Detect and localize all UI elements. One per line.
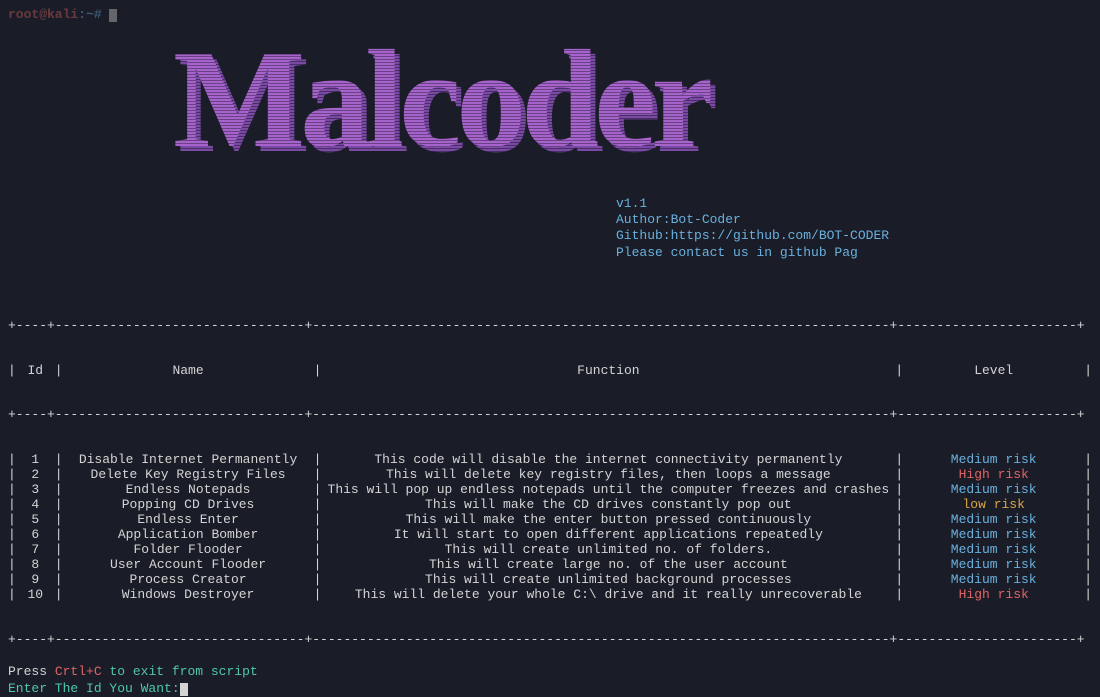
svg-text:Malcoder: Malcoder xyxy=(173,31,711,176)
table-row: |8|User Account Flooder|This will create… xyxy=(8,558,1092,573)
cell-level: Medium risk xyxy=(903,573,1084,588)
footer-press: Press xyxy=(8,664,47,679)
cell-function: This will create unlimited no. of folder… xyxy=(321,543,895,558)
prompt-cursor xyxy=(109,9,117,22)
meta-version: v1.1 xyxy=(616,196,1092,212)
cell-id: 5 xyxy=(16,513,55,528)
banner-logo: Malcoder Malcoder xyxy=(173,31,1092,176)
cell-level: low risk xyxy=(903,498,1084,513)
table-header-row: |Id|Name|Function|Level| xyxy=(8,364,1092,379)
shell-prompt: root@kali:~# xyxy=(8,8,1092,23)
th-id: Id xyxy=(16,364,55,379)
options-table: +----+--------------------------------+-… xyxy=(8,289,1092,662)
table-row: |10|Windows Destroyer|This will delete y… xyxy=(8,588,1092,603)
table-separator-mid: +----+--------------------------------+-… xyxy=(8,408,1092,423)
table-row: |4|Popping CD Drives|This will make the … xyxy=(8,498,1092,513)
cell-level: Medium risk xyxy=(903,483,1084,498)
cell-function: This will pop up endless notepads until … xyxy=(321,483,895,498)
cell-name: Disable Internet Permanently xyxy=(63,453,314,468)
meta-contact: Please contact us in github Pag xyxy=(616,245,1092,261)
input-cursor xyxy=(180,683,188,696)
table-row: |2|Delete Key Registry Files|This will d… xyxy=(8,468,1092,483)
th-func: Function xyxy=(321,364,895,379)
meta-github: Github:https://github.com/BOT-CODER xyxy=(616,228,1092,244)
table-row: |7|Folder Flooder|This will create unlim… xyxy=(8,543,1092,558)
id-input-prompt[interactable]: Enter The Id You Want: xyxy=(8,681,1092,697)
cell-name: Folder Flooder xyxy=(63,543,314,558)
cell-name: Popping CD Drives xyxy=(63,498,314,513)
th-name: Name xyxy=(63,364,314,379)
cell-function: This will delete your whole C:\ drive an… xyxy=(321,588,895,603)
meta-author: Author:Bot-Coder xyxy=(616,212,1092,228)
prompt-path: :~# xyxy=(78,7,101,22)
cell-function: This will make the CD drives constantly … xyxy=(321,498,895,513)
cell-level: Medium risk xyxy=(903,513,1084,528)
cell-function: This will create unlimited background pr… xyxy=(321,573,895,588)
cell-function: This will delete key registry files, the… xyxy=(321,468,895,483)
cell-function: This will create large no. of the user a… xyxy=(321,558,895,573)
table-row: |5|Endless Enter|This will make the ente… xyxy=(8,513,1092,528)
cell-level: Medium risk xyxy=(903,528,1084,543)
cell-level: High risk xyxy=(903,588,1084,603)
prompt-userhost: root@kali xyxy=(8,7,78,22)
table-row: |9|Process Creator|This will create unli… xyxy=(8,573,1092,588)
cell-id: 9 xyxy=(16,573,55,588)
cell-id: 6 xyxy=(16,528,55,543)
cell-name: Process Creator xyxy=(63,573,314,588)
cell-id: 10 xyxy=(16,588,55,603)
cell-name: Endless Notepads xyxy=(63,483,314,498)
cell-function: This code will disable the internet conn… xyxy=(321,453,895,468)
cell-function: This will make the enter button pressed … xyxy=(321,513,895,528)
cell-name: Windows Destroyer xyxy=(63,588,314,603)
table-row: |3|Endless Notepads|This will pop up end… xyxy=(8,483,1092,498)
cell-level: High risk xyxy=(903,468,1084,483)
table-row: |1|Disable Internet Permanently|This cod… xyxy=(8,453,1092,468)
table-separator-top: +----+--------------------------------+-… xyxy=(8,319,1092,334)
cell-level: Medium risk xyxy=(903,543,1084,558)
th-level: Level xyxy=(903,364,1084,379)
footer-exit: to exit from script xyxy=(109,664,257,679)
footer-ctrlc: Crtl+C xyxy=(55,664,102,679)
cell-function: It will start to open different applicat… xyxy=(321,528,895,543)
cell-id: 3 xyxy=(16,483,55,498)
cell-id: 8 xyxy=(16,558,55,573)
cell-name: Endless Enter xyxy=(63,513,314,528)
cell-level: Medium risk xyxy=(903,453,1084,468)
cell-level: Medium risk xyxy=(903,558,1084,573)
cell-id: 7 xyxy=(16,543,55,558)
cell-id: 1 xyxy=(16,453,55,468)
cell-name: Delete Key Registry Files xyxy=(63,468,314,483)
meta-info: v1.1 Author:Bot-Coder Github:https://git… xyxy=(616,196,1092,261)
cell-id: 2 xyxy=(16,468,55,483)
cell-id: 4 xyxy=(16,498,55,513)
table-row: |6|Application Bomber|It will start to o… xyxy=(8,528,1092,543)
footer-enter-label: Enter The Id You Want: xyxy=(8,681,180,696)
footer-exit-hint: Press Crtl+C to exit from script xyxy=(8,664,1092,680)
cell-name: Application Bomber xyxy=(63,528,314,543)
cell-name: User Account Flooder xyxy=(63,558,314,573)
table-separator-bottom: +----+--------------------------------+-… xyxy=(8,633,1092,648)
footer: Press Crtl+C to exit from script Enter T… xyxy=(8,664,1092,697)
